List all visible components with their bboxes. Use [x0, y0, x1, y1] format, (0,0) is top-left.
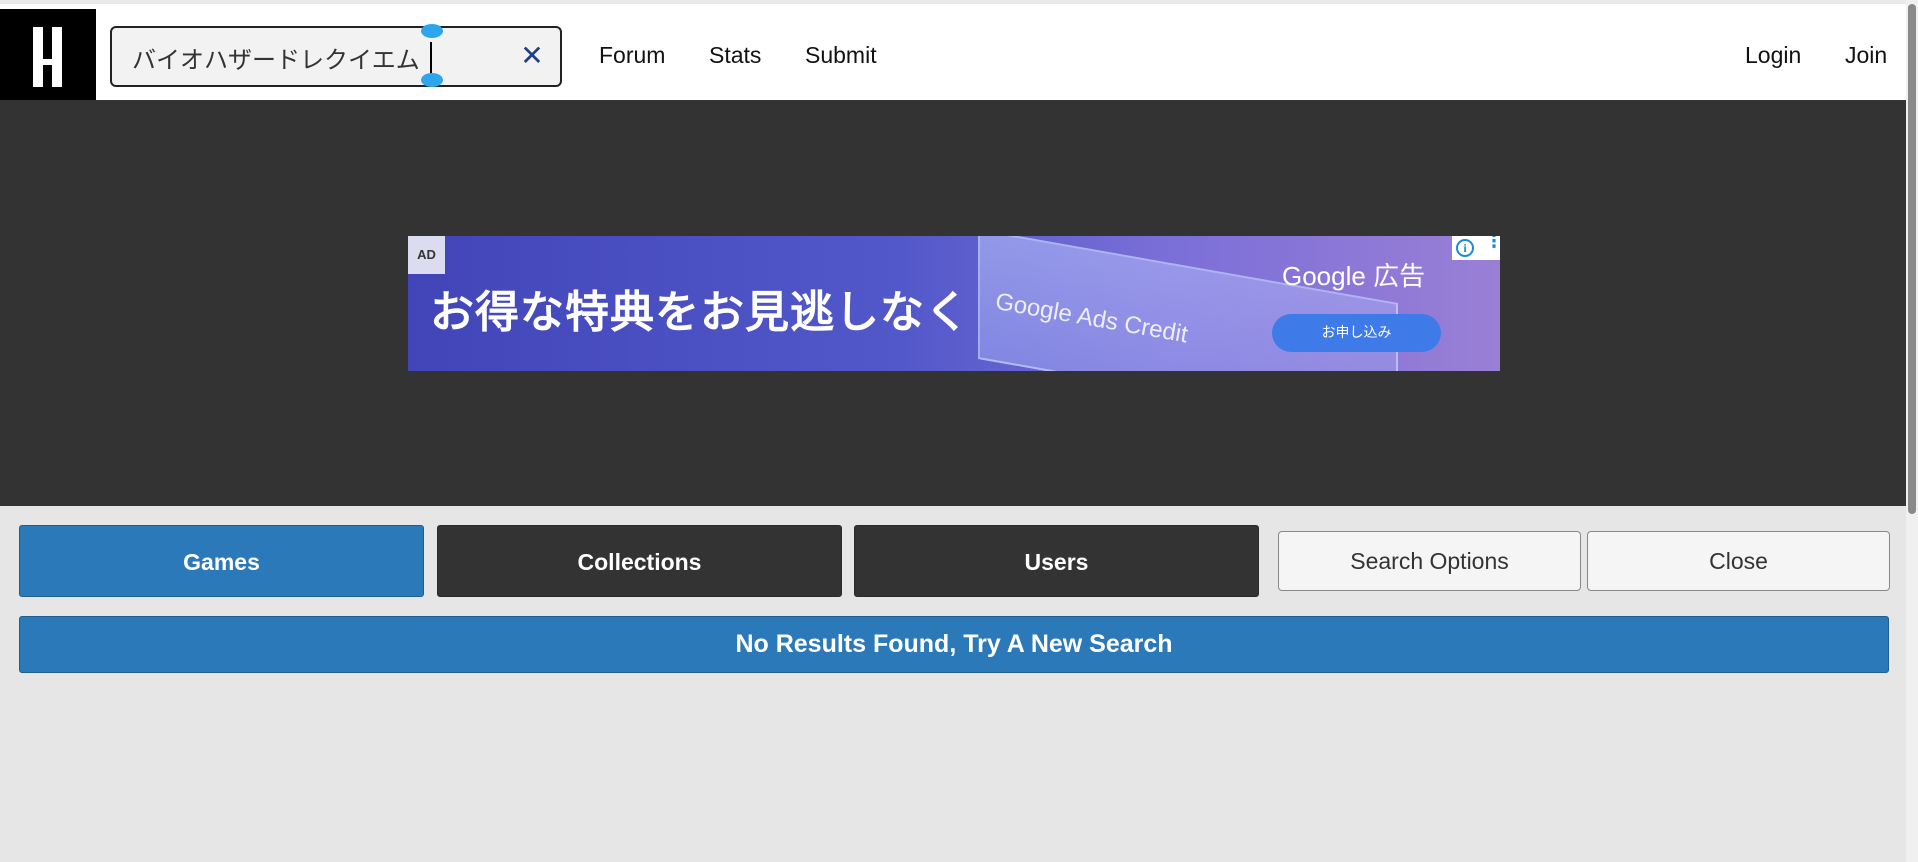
ad-label: AD: [408, 236, 445, 274]
logo-stroke: [33, 27, 43, 87]
info-icon[interactable]: i: [1456, 239, 1474, 257]
scrollbar-thumb[interactable]: [1908, 4, 1916, 514]
selection-handle-bottom[interactable]: [421, 73, 443, 87]
kebab-menu-icon[interactable]: ⋮: [1485, 236, 1500, 251]
selection-handle-top[interactable]: [421, 24, 443, 38]
nav-link-stats[interactable]: Stats: [709, 42, 761, 69]
ad-controls: i ⋮: [1452, 236, 1500, 260]
search-options-button[interactable]: Search Options: [1278, 531, 1581, 591]
ad-cta-button[interactable]: お申し込み: [1272, 314, 1441, 352]
site-logo[interactable]: [0, 9, 96, 104]
top-navigation-bar: ✕ Forum Stats Submit Login Join: [0, 0, 1906, 104]
tab-games[interactable]: Games: [19, 525, 424, 597]
logo-stroke: [52, 27, 62, 87]
tab-users[interactable]: Users: [854, 525, 1259, 597]
clear-search-icon[interactable]: ✕: [518, 42, 546, 70]
tab-collections[interactable]: Collections: [437, 525, 842, 597]
ad-headline: お得な特典をお見逃しなく: [430, 287, 970, 338]
search-input[interactable]: [132, 40, 512, 74]
nav-link-submit[interactable]: Submit: [805, 42, 877, 69]
login-link[interactable]: Login: [1745, 42, 1801, 69]
ad-brand: Google 広告: [1282, 261, 1426, 291]
no-results-message: No Results Found, Try A New Search: [19, 616, 1889, 673]
search-box[interactable]: ✕: [110, 24, 562, 87]
join-link[interactable]: Join: [1845, 42, 1887, 69]
logo-stroke: [33, 59, 62, 65]
text-caret: [430, 42, 432, 74]
nav-link-forum[interactable]: Forum: [599, 42, 665, 69]
ad-banner[interactable]: AD お得な特典をお見逃しなく Google Ads Credit Google…: [408, 236, 1500, 371]
vertical-scrollbar[interactable]: [1906, 0, 1918, 862]
close-button[interactable]: Close: [1587, 531, 1890, 591]
